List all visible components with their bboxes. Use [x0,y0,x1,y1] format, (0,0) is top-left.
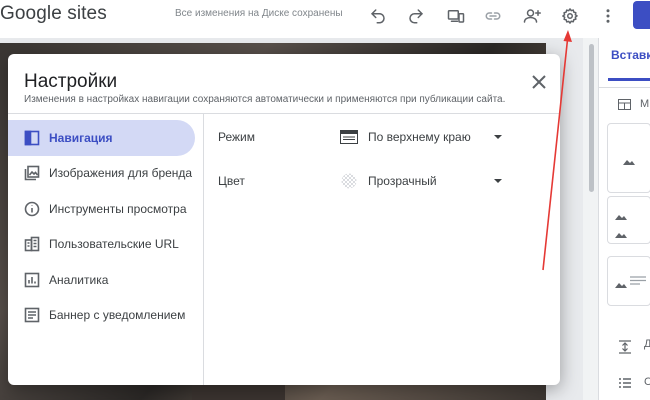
image-icon [623,152,635,165]
color-select[interactable]: Прозрачный [340,173,502,189]
chevron-down-icon [494,135,502,139]
nav-item-label: Изображения для бренда [49,166,193,181]
banner-icon [24,307,40,323]
image-icon [615,225,627,238]
toc-label: С [644,376,650,388]
nav-item-viewer-tools[interactable]: Инструменты просмотра [8,191,203,227]
mode-value: По верхнему краю [368,130,471,144]
transparent-swatch-icon [340,173,358,189]
dialog-subtitle: Изменения в настройках навигации сохраня… [24,94,506,105]
close-icon[interactable] [528,71,550,93]
image-icon [615,207,627,220]
scrollbar-thumb[interactable] [589,44,594,192]
link-icon[interactable] [481,4,505,28]
layout-grid-icon [618,98,631,110]
info-icon [24,201,40,217]
redo-icon[interactable] [404,4,428,28]
layout-card[interactable] [607,123,650,193]
chevron-down-icon [494,179,502,183]
color-label: Цвет [218,174,245,188]
settings-dialog: Настройки Изменения в настройках навигац… [8,54,560,385]
navigation-icon [24,130,40,146]
nav-item-label: Инструменты просмотра [49,201,187,216]
divider-icon [619,340,631,354]
text-lines-icon [630,276,646,285]
brand-images-icon [24,165,40,181]
list-icon [619,378,631,388]
layout-row[interactable]: М [618,98,649,110]
nav-item-label: Навигация [49,130,113,145]
nav-item-label: Пользовательские URL [49,237,179,252]
nav-item-custom-urls[interactable]: Пользовательские URL [8,227,203,263]
layout-label: М [640,98,650,110]
top-bar: Google sites Все изменения на Диске сохр… [0,0,650,38]
mode-label: Режим [218,130,255,144]
nav-item-analytics[interactable]: Аналитика [8,262,203,298]
analytics-icon [24,272,40,288]
add-person-icon[interactable] [520,4,544,28]
dialog-vertical-divider [203,114,204,385]
top-nav-layout-icon [340,129,358,145]
nav-item-announcement-banner[interactable]: Баннер с уведомлением [8,298,203,334]
nav-item-navigation[interactable]: Навигация [8,120,195,156]
panel-divider [599,87,650,88]
more-vert-icon[interactable] [596,4,620,28]
save-status: Все изменения на Диске сохранены [175,8,343,19]
insert-panel: Вставка М Д С [598,38,650,400]
nav-item-label: Баннер с уведомлением [49,308,186,323]
image-icon [615,275,627,288]
page-image-strip [192,383,285,400]
settings-icon[interactable] [558,4,582,28]
dialog-divider [8,113,560,114]
dialog-title: Настройки [24,71,118,92]
color-value: Прозрачный [368,174,437,188]
app-name[interactable]: Google sites [0,3,107,25]
settings-nav: Навигация Изображения для бренда Инструм… [8,120,203,333]
preview-device-icon[interactable] [444,4,468,28]
tab-insert[interactable]: Вставка [611,48,650,62]
setting-color: Цвет Прозрачный [218,169,508,193]
layout-card[interactable] [607,256,650,306]
tab-insert-indicator [608,78,650,81]
nav-item-brand-images[interactable]: Изображения для бренда [8,156,203,192]
custom-url-icon [24,236,40,252]
divider-label: Д [644,338,650,350]
nav-item-label: Аналитика [49,272,109,287]
undo-icon[interactable] [366,4,390,28]
setting-mode: Режим По верхнему краю [218,125,508,149]
publish-button[interactable] [633,1,650,29]
mode-select[interactable]: По верхнему краю [340,129,502,145]
layout-card[interactable] [607,196,650,244]
